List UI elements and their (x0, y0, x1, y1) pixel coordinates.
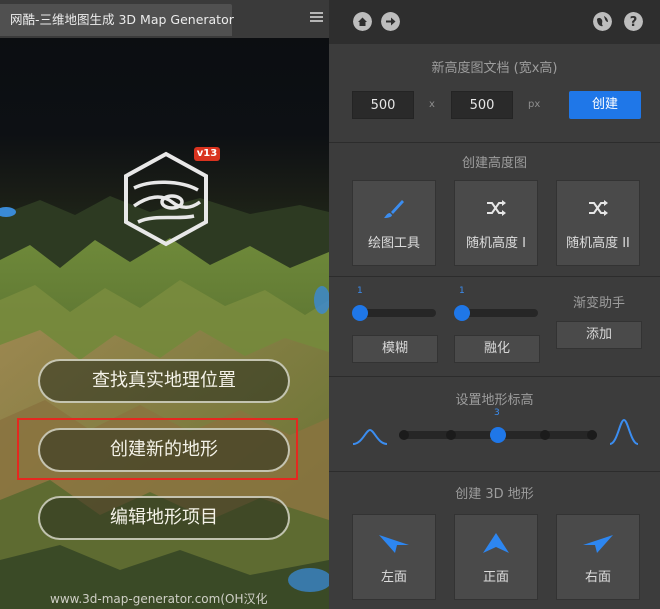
elevation-value: 3 (494, 408, 500, 418)
tile-label: 随机高度 I (466, 236, 526, 251)
arrow-right-icon[interactable] (381, 12, 400, 31)
steep-curve-icon (609, 418, 639, 445)
shuffle-icon (589, 200, 608, 216)
top-toolbar: ? (329, 0, 660, 44)
draw-tool-button[interactable]: 绘图工具 (352, 180, 436, 266)
arrow-left-view-icon (379, 535, 409, 553)
right-view-button[interactable]: 右面 (556, 514, 640, 600)
melt-slider-knob[interactable] (454, 305, 470, 321)
edit-project-button[interactable]: 编辑地形项目 (38, 496, 290, 540)
elevation-tick (446, 430, 456, 440)
elevation-tick (399, 430, 409, 440)
shuffle-icon (487, 200, 506, 216)
width-input[interactable]: 500 (352, 91, 414, 119)
unit-label: px (528, 99, 541, 110)
find-location-button[interactable]: 查找真实地理位置 (38, 359, 290, 403)
elevation-tick (587, 430, 597, 440)
gradient-add-button[interactable]: 添加 (556, 321, 642, 349)
tile-label: 正面 (482, 570, 509, 585)
create-doc-button[interactable]: 创建 (569, 91, 641, 119)
divider (329, 471, 660, 472)
tab-bar: 网酷-三维地图生成 3D Map Generator (0, 0, 329, 38)
version-badge: v13 (194, 147, 220, 161)
svg-text:?: ? (630, 15, 638, 30)
height-input[interactable]: 500 (451, 91, 513, 119)
panel-menu-icon[interactable] (310, 12, 323, 24)
help-icon[interactable]: ? (624, 12, 643, 31)
melt-value: 1 (459, 286, 465, 296)
tile-label: 随机高度 II (566, 236, 630, 251)
random-height-2-button[interactable]: 随机高度 II (556, 180, 640, 266)
times-label: x (429, 99, 435, 110)
divider (329, 142, 660, 143)
elevation-slider-knob[interactable] (490, 427, 506, 443)
blur-value: 1 (357, 286, 363, 296)
home-icon[interactable] (353, 12, 372, 31)
elevation-tick (540, 430, 550, 440)
blur-slider-knob[interactable] (352, 305, 368, 321)
panel-tab[interactable]: 网酷-三维地图生成 3D Map Generator (0, 4, 234, 36)
tile-label: 右面 (584, 570, 611, 585)
terrain-height-title: 设置地形标高 (455, 393, 534, 408)
gradient-helper-title: 渐变助手 (572, 296, 625, 311)
create-3d-title: 创建 3D 地形 (455, 487, 534, 502)
control-panel: ? 新高度图文档 (宽x高) 500 x 500 px 创建 创建高度图 绘图工… (329, 0, 660, 609)
app-logo-icon (124, 151, 208, 247)
arrow-front-view-icon (483, 533, 509, 553)
tile-label: 绘图工具 (367, 236, 420, 251)
melt-button[interactable]: 融化 (454, 335, 540, 363)
highlight-box (17, 418, 298, 480)
left-view-button[interactable]: 左面 (352, 514, 436, 600)
arrow-right-view-icon (583, 535, 613, 553)
random-height-1-button[interactable]: 随机高度 I (454, 180, 538, 266)
brush-icon (384, 200, 404, 218)
terrain-preview-panel: 网酷-三维地图生成 3D Map Generator v13 查找真实地理位置 … (0, 0, 329, 609)
tile-label: 左面 (380, 570, 407, 585)
blur-button[interactable]: 模糊 (352, 335, 438, 363)
flat-curve-icon (352, 428, 388, 445)
divider (329, 376, 660, 377)
new-doc-title: 新高度图文档 (宽x高) (431, 61, 558, 76)
website-footer-link[interactable]: www.3d-map-generator.com(OH汉化 (50, 590, 267, 607)
create-heightmap-title: 创建高度图 (461, 156, 527, 171)
front-view-button[interactable]: 正面 (454, 514, 538, 600)
divider (329, 276, 660, 277)
globe-icon[interactable] (593, 12, 612, 31)
